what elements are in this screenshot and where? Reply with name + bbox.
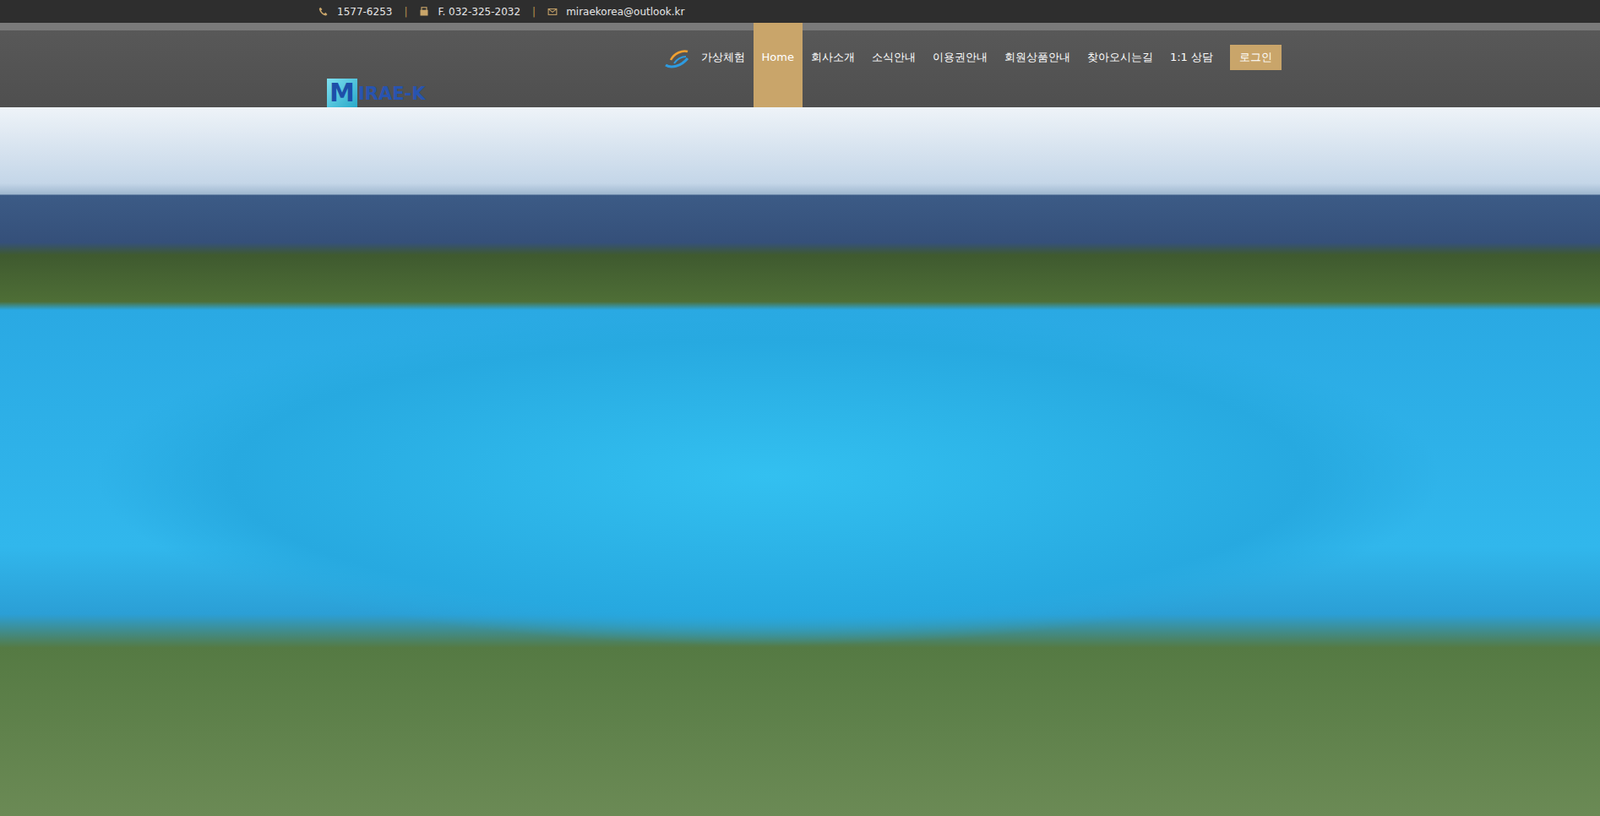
- nav-label: 찾아오시는길: [1087, 48, 1154, 66]
- contact-item: miraekorea@outlook.kr: [547, 4, 685, 20]
- login-button[interactable]: 로그인: [1229, 44, 1282, 71]
- fax-icon: [419, 6, 438, 17]
- contact-bar: 1577-6253 | F. 032-325-2032 | miraekorea@out…: [318, 4, 1282, 20]
- nav-label: 소식안내: [871, 48, 916, 66]
- nav-label: 회원상품안내: [1004, 48, 1071, 66]
- nav-link[interactable]: Home: [753, 22, 803, 108]
- separator: |: [403, 4, 408, 20]
- nav-link[interactable]: 찾아오시는길: [1078, 22, 1162, 108]
- nav-label: 이용권안내: [932, 48, 988, 66]
- main-nav: MIRAE-K 가상체험 Home 회사소개 소식안내 이용권안내 회원상품안내 찾아오시는…: [0, 22, 1600, 108]
- vr-icon: [662, 44, 702, 71]
- contact-text: 1577-6253: [337, 4, 392, 20]
- contact-text: F. 032-325-2032: [437, 4, 521, 20]
- contact-item: 1577-6253: [318, 4, 392, 20]
- nav-label: Home: [761, 48, 795, 66]
- mail-icon: [547, 6, 566, 17]
- nav-label: 가상체험: [701, 48, 746, 66]
- contact-item: F. 032-325-2032: [419, 4, 521, 20]
- nav-link[interactable]: 이용권안내: [924, 22, 996, 108]
- nav-link[interactable]: 가상체험: [653, 22, 754, 108]
- nav-link[interactable]: 회사소개: [802, 22, 864, 108]
- nav-link[interactable]: 소식안내: [863, 22, 925, 108]
- contact-text: miraekorea@outlook.kr: [565, 4, 685, 20]
- nav-link[interactable]: 회원상품안내: [995, 22, 1079, 108]
- nav-label: 회사소개: [810, 48, 855, 66]
- nav-label: 1:1 상담: [1170, 48, 1214, 66]
- hero-photo: [0, 107, 1600, 816]
- logo-letter: M: [326, 78, 358, 108]
- logo-text: IRAE-K: [358, 81, 426, 109]
- separator: |: [532, 4, 536, 20]
- logo[interactable]: MIRAE-K: [318, 22, 426, 108]
- phone-icon: [318, 6, 338, 17]
- nav-link[interactable]: 1:1 상담: [1161, 22, 1222, 108]
